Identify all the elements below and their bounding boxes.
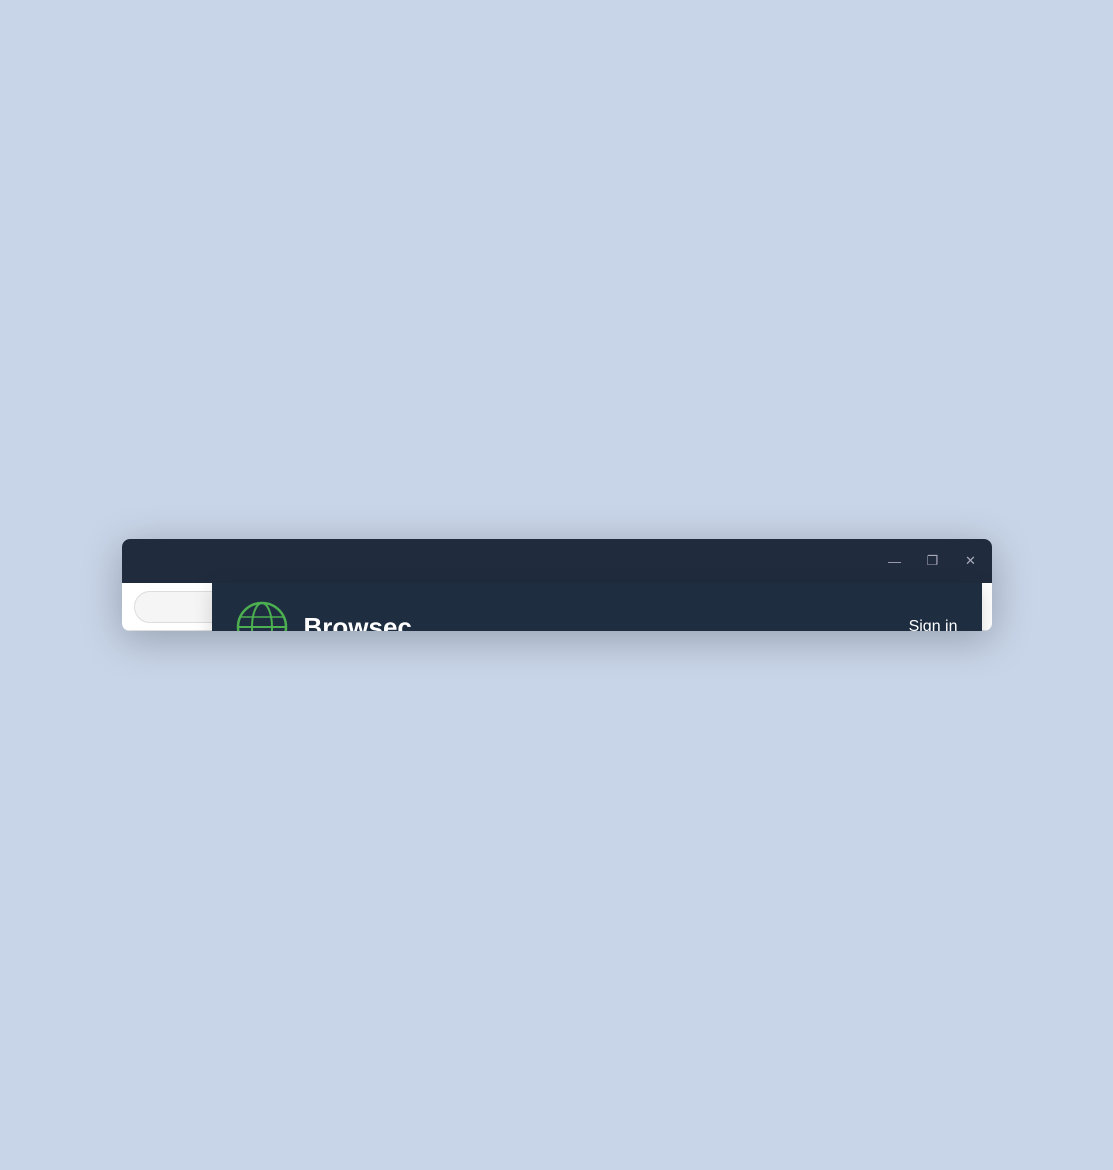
browser-titlebar: — ❐ ✕ [122,539,992,583]
minimize-button[interactable]: — [886,552,904,570]
browsec-header: Browsec Sign in [212,583,982,631]
restore-button[interactable]: ❐ [924,552,942,570]
sign-in-link[interactable]: Sign in [909,618,958,631]
close-button[interactable]: ✕ [962,552,980,570]
browser-window: — ❐ ✕ [122,539,992,631]
browsec-popup: Browsec Sign in ‹ Back Virtual Locations [212,583,982,631]
desktop: — ❐ ✕ [0,0,1113,1170]
browsec-logo [236,601,288,631]
browsec-app-title: Browsec [304,612,909,632]
